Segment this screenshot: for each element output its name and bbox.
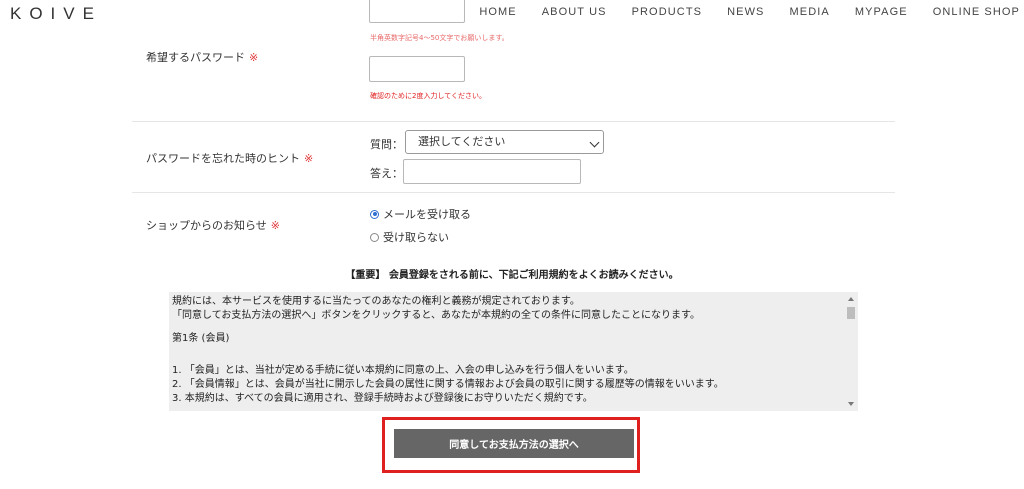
newsletter-option-label: メールを受け取る [383,208,471,221]
scroll-down-arrow-icon[interactable] [848,402,854,406]
radio-selected-icon[interactable] [370,209,379,219]
answer-label: 答え： [370,167,403,180]
required-mark: ※ [304,152,314,165]
row-divider [132,121,895,122]
nav-home[interactable]: HOME [479,6,516,18]
password-format-hint: 半角英数字記号4～50文字でお願いします。 [370,34,509,42]
nav-online-shop[interactable]: ONLINE SHOP [933,6,1020,18]
terms-line: 2. 「会員情報」とは、会員が当社に開示した会員の属性に関する情報および会員の取… [172,379,724,390]
required-mark: ※ [249,51,259,64]
terms-line: 「同意してお支払方法の選択へ」ボタンをクリックすると、あなたが本規約の全ての条件… [172,310,700,321]
terms-scrollbar[interactable] [844,292,858,411]
terms-line: 規約には、本サービスを使用するに当たってのあなたの権利と義務が規定されております… [172,296,580,307]
password-confirm-hint: 確認のために2度入力してください。 [370,92,487,100]
nav-news[interactable]: NEWS [727,6,764,18]
password-hint-label: パスワードを忘れた時のヒント ※ [146,150,313,166]
radio-unselected-icon[interactable] [370,232,379,242]
scrollbar-thumb[interactable] [847,307,855,319]
chevron-down-icon [589,137,600,148]
nav-mypage[interactable]: MYPAGE [855,6,908,18]
question-label: 質問： [370,138,403,151]
newsletter-label-text: ショップからのお知らせ [146,219,267,232]
question-select[interactable]: 選択してください [405,130,604,154]
agree-and-select-payment-button[interactable]: 同意してお支払方法の選択へ [394,429,634,458]
answer-input[interactable] [403,159,581,184]
password-confirm-input[interactable] [369,56,465,82]
terms-line: 1. 「会員」とは、当社が定める手続に従い本規約に同意の上、入会の申し込みを行う… [172,365,634,376]
nav-about-us[interactable]: ABOUT US [542,6,607,18]
scroll-up-arrow-icon[interactable] [848,297,854,301]
newsletter-option-receive[interactable]: メールを受け取る [370,206,471,222]
newsletter-option-decline[interactable]: 受け取らない [370,229,449,245]
password-label: 希望するパスワード ※ [146,49,258,65]
password-label-text: 希望するパスワード [146,51,245,64]
terms-notice: 【重要】 会員登録をされる前に、下記ご利用規約をよくお読みください。 [345,270,679,281]
newsletter-option-label: 受け取らない [383,231,449,244]
row-divider [132,192,895,193]
terms-line: 3. 本規約は、すべての会員に適用され、登録手続時および登録後にお守りいただく規… [172,393,593,404]
required-mark: ※ [270,219,280,232]
site-logo[interactable]: KOIVE [10,4,102,24]
newsletter-label: ショップからのお知らせ ※ [146,217,280,233]
password-input[interactable] [369,0,465,23]
password-hint-label-text: パスワードを忘れた時のヒント [146,152,300,165]
main-nav: HOME ABOUT US PRODUCTS NEWS MEDIA MYPAGE… [479,6,1024,18]
question-select-value: 選択してください [418,135,506,148]
nav-media[interactable]: MEDIA [790,6,830,18]
nav-products[interactable]: PRODUCTS [632,6,703,18]
terms-article-title: 第1条 (会員) [172,333,230,344]
terms-textarea[interactable]: 規約には、本サービスを使用するに当たってのあなたの権利と義務が規定されております… [169,292,858,411]
